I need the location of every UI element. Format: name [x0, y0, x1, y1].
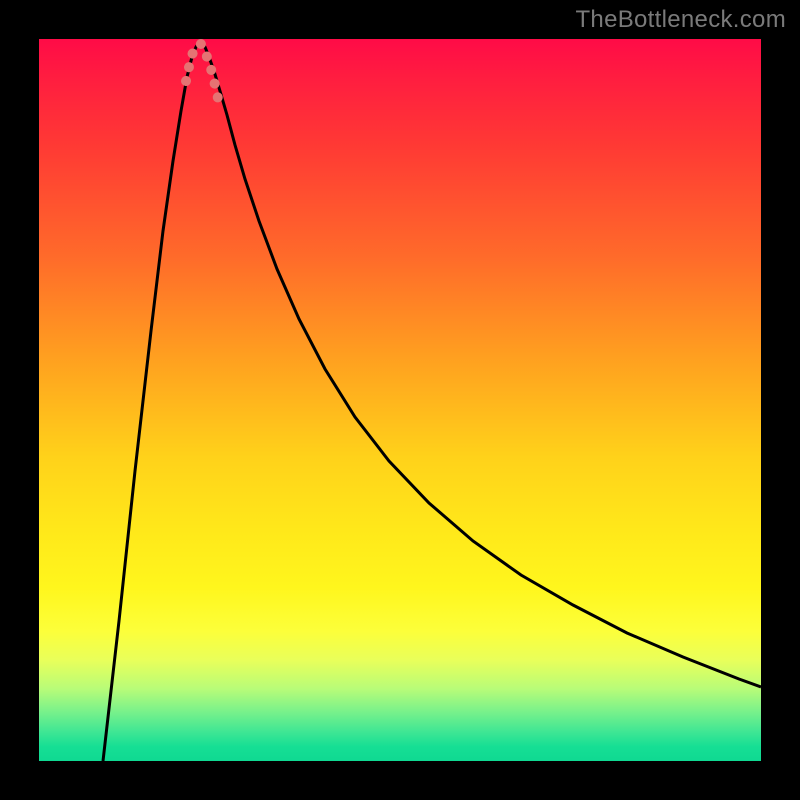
plot-area: [39, 39, 761, 761]
valley-highlight-dots: [186, 44, 219, 103]
watermark-text: TheBottleneck.com: [575, 6, 786, 34]
curve-svg: [39, 39, 761, 761]
bottleneck-curve: [103, 43, 761, 761]
outer-frame: TheBottleneck.com: [0, 0, 800, 800]
